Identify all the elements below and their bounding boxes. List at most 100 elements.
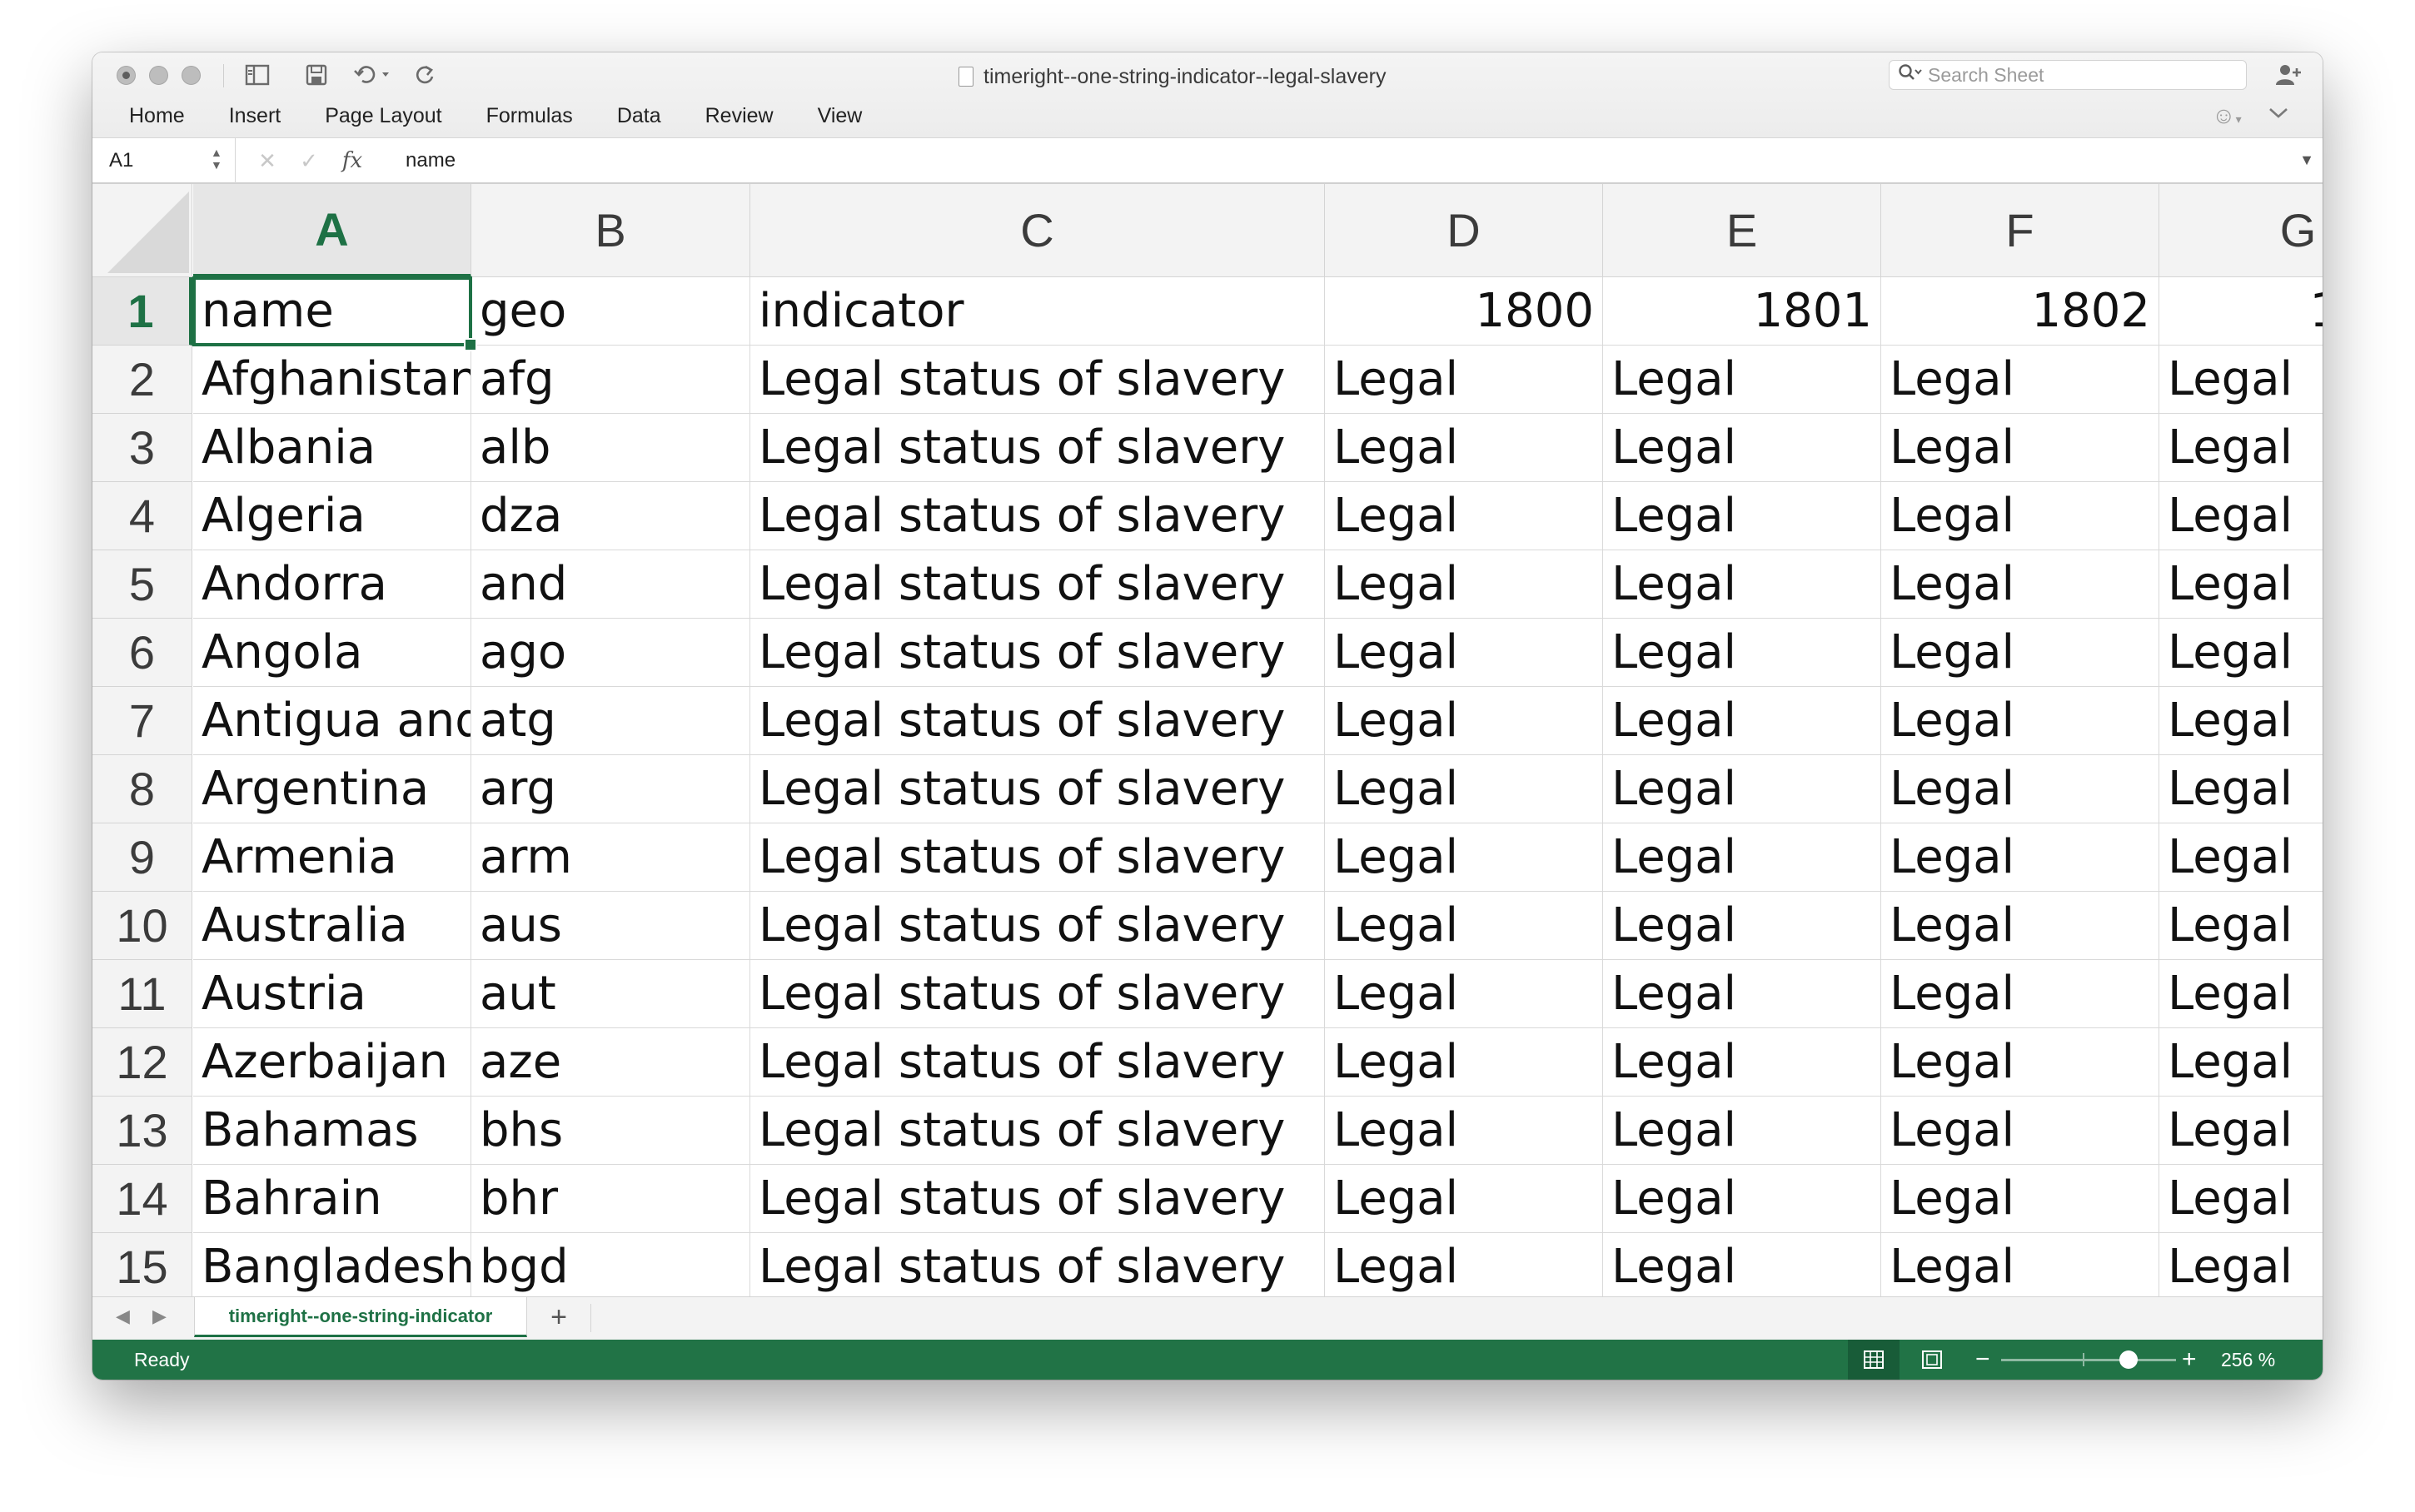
cell-c10[interactable]: Legal status of slavery <box>750 892 1325 960</box>
cell-c1[interactable]: indicator <box>750 277 1325 346</box>
cell-e8[interactable]: Legal <box>1603 755 1881 823</box>
cell-d9[interactable]: Legal <box>1325 823 1603 892</box>
tab-review[interactable]: Review <box>705 99 796 132</box>
cell-d1[interactable]: 1800 <box>1325 277 1603 346</box>
tab-view[interactable]: View <box>818 99 885 132</box>
cell-d8[interactable]: Legal <box>1325 755 1603 823</box>
previous-sheet-icon[interactable]: ◀ <box>116 1306 130 1327</box>
cell-d6[interactable]: Legal <box>1325 619 1603 687</box>
column-header-e[interactable]: E <box>1603 184 1881 277</box>
cell-e9[interactable]: Legal <box>1603 823 1881 892</box>
row-header[interactable]: 3 <box>92 414 192 482</box>
cell-g1[interactable]: 1803 <box>2159 277 2323 346</box>
row-header[interactable]: 7 <box>92 687 192 755</box>
cell-b11[interactable]: aut <box>471 960 750 1028</box>
zoom-window-button[interactable] <box>182 66 201 85</box>
cell-d11[interactable]: Legal <box>1325 960 1603 1028</box>
zoom-out-icon[interactable]: − <box>1975 1340 1990 1380</box>
row-header[interactable]: 2 <box>92 346 192 414</box>
cell-g11[interactable]: Legal <box>2159 960 2323 1028</box>
cell-e1[interactable]: 1801 <box>1603 277 1881 346</box>
cell-c13[interactable]: Legal status of slavery <box>750 1097 1325 1165</box>
cell-c2[interactable]: Legal status of slavery <box>750 346 1325 414</box>
cell-e14[interactable]: Legal <box>1603 1165 1881 1233</box>
column-header-c[interactable]: C <box>750 184 1325 277</box>
zoom-slider-thumb[interactable] <box>2119 1350 2138 1369</box>
cell-f5[interactable]: Legal <box>1881 550 2159 619</box>
row-header[interactable]: 6 <box>92 619 192 687</box>
feedback-smiley-icon[interactable]: ☺▾ <box>2212 102 2242 129</box>
cell-e15[interactable]: Legal <box>1603 1233 1881 1296</box>
cell-b3[interactable]: alb <box>471 414 750 482</box>
cell-e6[interactable]: Legal <box>1603 619 1881 687</box>
cell-b7[interactable]: atg <box>471 687 750 755</box>
cell-a1[interactable]: name <box>192 276 472 346</box>
cell-f13[interactable]: Legal <box>1881 1097 2159 1165</box>
page-layout-view-icon[interactable] <box>1906 1340 1958 1380</box>
close-window-button[interactable] <box>117 66 136 85</box>
minimize-window-button[interactable] <box>149 66 168 85</box>
name-box[interactable]: A1 ▲ ▼ <box>92 138 234 183</box>
tab-insert[interactable]: Insert <box>229 99 304 132</box>
cell-g9[interactable]: Legal <box>2159 823 2323 892</box>
cell-a5[interactable]: Andorra <box>193 550 471 619</box>
cell-a13[interactable]: Bahamas <box>193 1097 471 1165</box>
cell-g4[interactable]: Legal <box>2159 482 2323 550</box>
cell-e3[interactable]: Legal <box>1603 414 1881 482</box>
sidebar-toggle-icon[interactable] <box>241 61 274 89</box>
cell-g14[interactable]: Legal <box>2159 1165 2323 1233</box>
tab-page-layout[interactable]: Page Layout <box>325 99 464 132</box>
cell-d7[interactable]: Legal <box>1325 687 1603 755</box>
cell-c7[interactable]: Legal status of slavery <box>750 687 1325 755</box>
cell-a3[interactable]: Albania <box>193 414 471 482</box>
column-header-f[interactable]: F <box>1881 184 2159 277</box>
cell-c11[interactable]: Legal status of slavery <box>750 960 1325 1028</box>
cell-c6[interactable]: Legal status of slavery <box>750 619 1325 687</box>
cell-e12[interactable]: Legal <box>1603 1028 1881 1097</box>
cell-c5[interactable]: Legal status of slavery <box>750 550 1325 619</box>
cell-a8[interactable]: Argentina <box>193 755 471 823</box>
cell-b2[interactable]: afg <box>471 346 750 414</box>
cell-f3[interactable]: Legal <box>1881 414 2159 482</box>
cell-a9[interactable]: Armenia <box>193 823 471 892</box>
cell-d14[interactable]: Legal <box>1325 1165 1603 1233</box>
cell-a2[interactable]: Afghanistan <box>193 346 471 414</box>
row-header[interactable]: 9 <box>92 823 192 892</box>
cell-b6[interactable]: ago <box>471 619 750 687</box>
next-sheet-icon[interactable]: ▶ <box>152 1306 167 1327</box>
collapse-ribbon-chevron-icon[interactable] <box>2268 101 2289 127</box>
cell-g10[interactable]: Legal <box>2159 892 2323 960</box>
row-header[interactable]: 11 <box>92 960 192 1028</box>
cell-f1[interactable]: 1802 <box>1881 277 2159 346</box>
row-header[interactable]: 1 <box>92 277 192 346</box>
name-box-stepper-icon[interactable]: ▲ ▼ <box>211 147 222 172</box>
cell-a6[interactable]: Angola <box>193 619 471 687</box>
cell-c15[interactable]: Legal status of slavery <box>750 1233 1325 1296</box>
cell-a15[interactable]: Bangladesh <box>193 1233 471 1296</box>
cell-g6[interactable]: Legal <box>2159 619 2323 687</box>
cell-f8[interactable]: Legal <box>1881 755 2159 823</box>
expand-formula-bar-icon[interactable]: ▼ <box>2299 152 2314 169</box>
cell-e5[interactable]: Legal <box>1603 550 1881 619</box>
cell-e11[interactable]: Legal <box>1603 960 1881 1028</box>
cell-b5[interactable]: and <box>471 550 750 619</box>
cell-b1[interactable]: geo <box>471 277 750 346</box>
row-header[interactable]: 10 <box>92 892 192 960</box>
search-sheet-field[interactable]: Search Sheet <box>1889 60 2247 90</box>
cell-f11[interactable]: Legal <box>1881 960 2159 1028</box>
cell-g13[interactable]: Legal <box>2159 1097 2323 1165</box>
tab-formulas[interactable]: Formulas <box>486 99 595 132</box>
cell-f10[interactable]: Legal <box>1881 892 2159 960</box>
cell-f7[interactable]: Legal <box>1881 687 2159 755</box>
cell-e13[interactable]: Legal <box>1603 1097 1881 1165</box>
cell-a10[interactable]: Australia <box>193 892 471 960</box>
cell-d15[interactable]: Legal <box>1325 1233 1603 1296</box>
cell-g5[interactable]: Legal <box>2159 550 2323 619</box>
confirm-edit-icon[interactable]: ✓ <box>292 138 326 183</box>
insert-function-icon[interactable]: fx <box>336 138 369 183</box>
cell-d2[interactable]: Legal <box>1325 346 1603 414</box>
cell-b13[interactable]: bhs <box>471 1097 750 1165</box>
cell-e4[interactable]: Legal <box>1603 482 1881 550</box>
zoom-in-icon[interactable]: + <box>2182 1340 2197 1380</box>
column-header-g[interactable]: G <box>2159 184 2323 277</box>
